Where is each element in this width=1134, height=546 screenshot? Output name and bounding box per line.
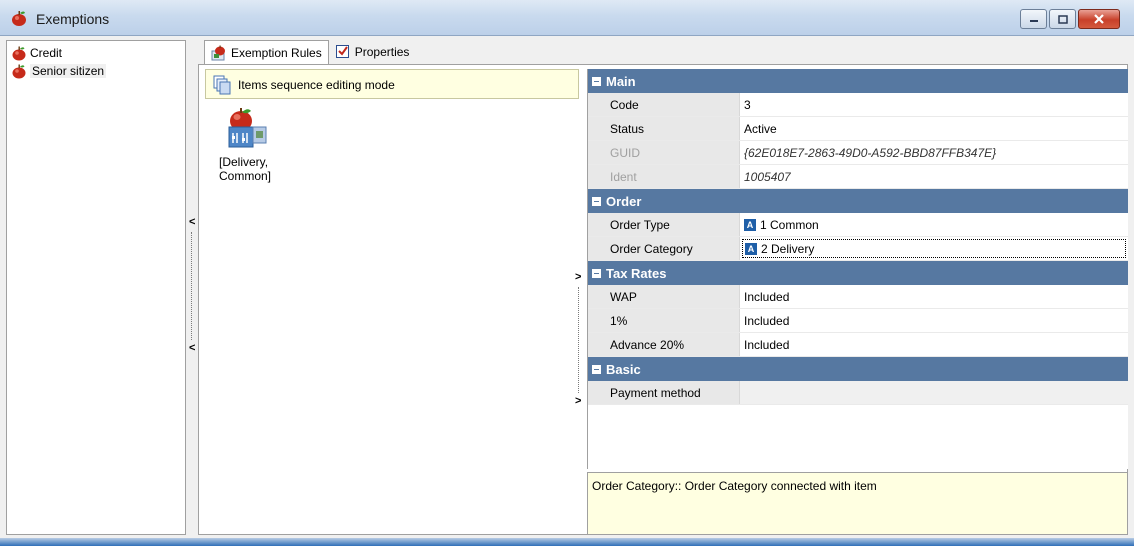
splitter-grip-middle[interactable] — [578, 287, 579, 393]
property-name: GUID — [588, 141, 740, 164]
expand-right-arrow[interactable]: > — [575, 271, 581, 283]
item-label-line1: [Delivery, — [219, 155, 269, 169]
property-value[interactable] — [740, 381, 1128, 404]
property-name: 1% — [588, 309, 740, 332]
exemptions-tree[interactable]: Credit Senior sitizen — [6, 40, 186, 535]
property-value[interactable]: Included — [740, 285, 1128, 308]
collapse-left-arrow[interactable]: < — [189, 216, 195, 228]
tab-label: Properties — [354, 45, 410, 59]
collapse-icon[interactable] — [592, 268, 601, 278]
apple-icon — [12, 46, 26, 61]
tab-label: Exemption Rules — [231, 46, 322, 60]
window-bottom-border — [0, 538, 1134, 546]
category-label: Basic — [606, 361, 641, 377]
collapse-left-arrow-2[interactable]: < — [189, 342, 195, 354]
title-bar: Exemptions — [0, 0, 1134, 36]
splitter-grip[interactable] — [191, 232, 192, 340]
expand-right-arrow-2[interactable]: > — [575, 395, 581, 407]
category-tax-rates[interactable]: Tax Rates — [588, 261, 1128, 285]
minimize-icon — [1029, 20, 1038, 22]
property-name: Status — [588, 117, 740, 140]
item-label-line2: Common] — [219, 169, 272, 183]
property-name: Order Category — [588, 237, 740, 260]
property-row-guid[interactable]: GUID {62E018E7-2863-49D0-A592-BBD87FFB34… — [588, 141, 1128, 165]
property-row-wap[interactable]: WAP Included — [588, 285, 1128, 309]
property-row-ident[interactable]: Ident 1005407 — [588, 165, 1128, 189]
property-description: Order Category:: Order Category connecte… — [587, 472, 1128, 535]
close-icon — [1094, 14, 1104, 24]
close-button[interactable] — [1078, 9, 1120, 29]
tab-content: Items sequence editing mode [Delivery, C… — [198, 64, 1128, 535]
minimize-button[interactable] — [1020, 9, 1047, 29]
tab-properties[interactable]: Properties — [329, 40, 416, 64]
category-main[interactable]: Main — [588, 69, 1128, 93]
property-row-advance-20[interactable]: Advance 20% Included — [588, 333, 1128, 357]
category-label: Main — [606, 73, 636, 89]
sequence-editing-bar[interactable]: Items sequence editing mode — [205, 69, 579, 99]
property-name: Order Type — [588, 213, 740, 236]
sequence-pages-icon — [213, 75, 231, 95]
collapse-icon[interactable] — [592, 196, 601, 206]
property-value-text: 1 Common — [760, 217, 819, 232]
apple-icon — [12, 64, 26, 79]
rules-apple-icon — [211, 45, 225, 61]
tab-exemption-rules[interactable]: Exemption Rules — [204, 40, 329, 65]
window-controls — [1020, 9, 1120, 29]
property-row-1-percent[interactable]: 1% Included — [588, 309, 1128, 333]
maximize-icon — [1057, 14, 1068, 24]
property-name: Ident — [588, 165, 740, 188]
maximize-button[interactable] — [1049, 9, 1076, 29]
property-value[interactable]: Included — [740, 309, 1128, 332]
property-row-code[interactable]: Code 3 — [588, 93, 1128, 117]
category-label: Tax Rates — [606, 265, 667, 281]
property-row-order-type[interactable]: Order Type A 1 Common — [588, 213, 1128, 237]
property-value: {62E018E7-2863-49D0-A592-BBD87FFB347E} — [744, 145, 997, 160]
property-row-status[interactable]: Status Active — [588, 117, 1128, 141]
tab-strip: Exemption Rules Properties — [204, 40, 416, 65]
property-value[interactable]: A 2 Delivery — [742, 239, 1126, 258]
category-label: Order — [606, 193, 642, 209]
a-badge-icon: A — [744, 218, 756, 231]
collapse-icon[interactable] — [592, 364, 601, 374]
window-body: Credit Senior sitizen < < Exemption Rule… — [0, 36, 1134, 540]
property-value: 1005407 — [744, 169, 791, 184]
property-row-payment-method[interactable]: Payment method — [588, 381, 1128, 405]
apple-app-icon — [12, 11, 26, 26]
a-badge-icon: A — [745, 242, 757, 255]
property-grid[interactable]: Main Code 3 Status Active GUID {62E018E7… — [587, 69, 1128, 469]
tree-item-credit[interactable]: Credit — [11, 45, 62, 61]
property-value-text: 2 Delivery — [761, 241, 815, 256]
exemption-item-label[interactable]: [Delivery, Common] — [219, 155, 289, 183]
tree-item-senior-sitizen[interactable]: Senior sitizen — [11, 63, 107, 79]
property-name: Payment method — [588, 381, 740, 404]
tree-item-label: Senior sitizen — [30, 64, 107, 78]
properties-check-icon — [335, 45, 349, 58]
property-row-order-category[interactable]: Order Category A 2 Delivery — [588, 237, 1128, 261]
collapse-icon[interactable] — [592, 76, 601, 86]
tree-item-label: Credit — [30, 46, 63, 60]
property-value[interactable]: A 1 Common — [740, 213, 1128, 236]
property-value[interactable]: Included — [740, 333, 1128, 356]
property-name: Code — [588, 93, 740, 116]
category-basic[interactable]: Basic — [588, 357, 1128, 381]
sequence-bar-label: Items sequence editing mode — [238, 78, 395, 92]
property-name: Advance 20% — [588, 333, 740, 356]
exemption-item-icon[interactable] — [223, 107, 269, 149]
property-value[interactable]: Active — [740, 117, 1128, 140]
category-order[interactable]: Order — [588, 189, 1128, 213]
property-value[interactable]: 3 — [740, 93, 1128, 116]
property-name: WAP — [588, 285, 740, 308]
window-title: Exemptions — [36, 11, 110, 27]
